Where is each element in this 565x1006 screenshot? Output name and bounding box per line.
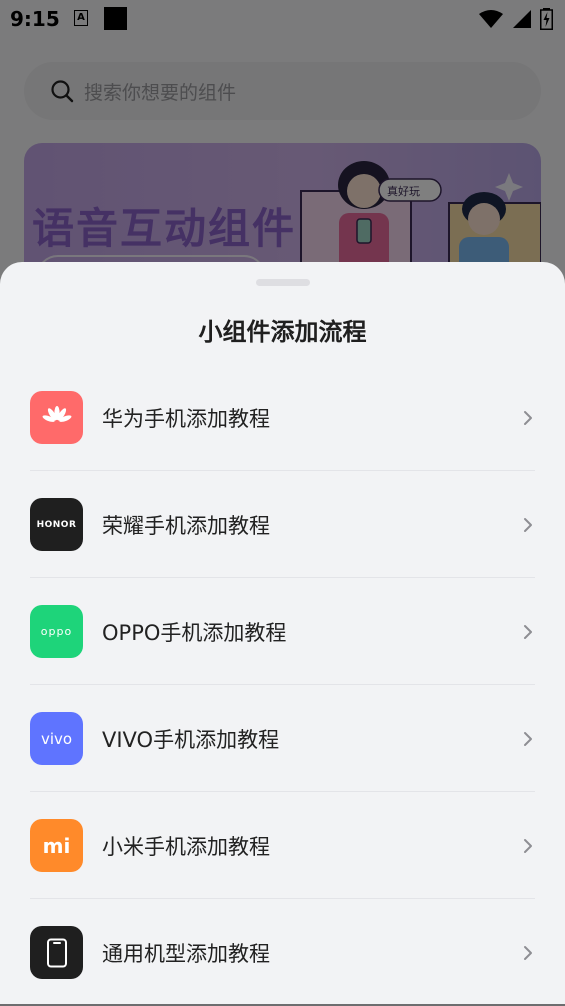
huawei-logo-icon — [30, 391, 83, 444]
sheet-drag-handle[interactable] — [256, 279, 310, 286]
oppo-logo-icon: oppo — [30, 605, 83, 658]
widget-guide-sheet: 小组件添加流程 华为手机添加教程 HONOR 荣耀手机添加教程 oppo OPP… — [0, 262, 565, 1004]
item-label: 华为手机添加教程 — [102, 407, 270, 431]
chevron-right-icon — [524, 839, 532, 853]
xiaomi-logo-icon: mi — [30, 819, 83, 872]
item-label: VIVO手机添加教程 — [102, 728, 280, 752]
item-label: 小米手机添加教程 — [102, 835, 270, 859]
oppo-logo-text: oppo — [40, 625, 73, 638]
vivo-logo-text: vivo — [40, 729, 73, 748]
list-item-huawei[interactable]: 华为手机添加教程 — [0, 364, 565, 471]
list-item-vivo[interactable]: vivo VIVO手机添加教程 — [0, 685, 565, 792]
honor-logo-icon: HONOR — [30, 498, 83, 551]
honor-logo-text: HONOR — [36, 519, 77, 530]
item-label: 通用机型添加教程 — [102, 942, 270, 966]
xiaomi-logo-text: mi — [42, 833, 71, 858]
chevron-right-icon — [524, 732, 532, 746]
chevron-right-icon — [524, 625, 532, 639]
phone-icon — [30, 926, 83, 979]
sheet-title: 小组件添加流程 — [198, 318, 367, 346]
list-item-generic[interactable]: 通用机型添加教程 — [0, 899, 565, 1006]
list-item-oppo[interactable]: oppo OPPO手机添加教程 — [0, 578, 565, 685]
list-item-xiaomi[interactable]: mi 小米手机添加教程 — [0, 792, 565, 899]
vivo-logo-icon: vivo — [30, 712, 83, 765]
tutorial-list: 华为手机添加教程 HONOR 荣耀手机添加教程 oppo OPPO手机添加教程 — [0, 364, 565, 1006]
chevron-right-icon — [524, 946, 532, 960]
item-label: OPPO手机添加教程 — [102, 621, 287, 645]
item-label: 荣耀手机添加教程 — [102, 514, 270, 538]
chevron-right-icon — [524, 411, 532, 425]
chevron-right-icon — [524, 518, 532, 532]
list-item-honor[interactable]: HONOR 荣耀手机添加教程 — [0, 471, 565, 578]
